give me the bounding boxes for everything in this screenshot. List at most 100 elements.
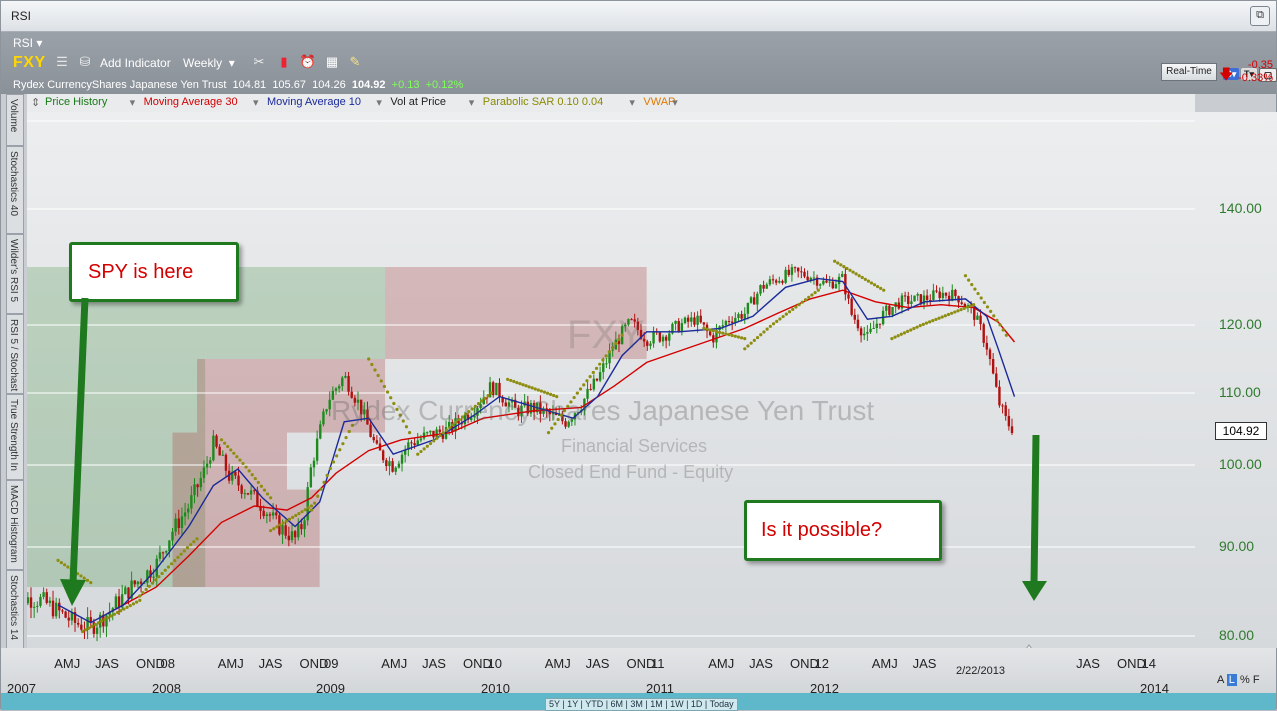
symbol-label[interactable]: FXY xyxy=(13,54,46,72)
scale-l-button[interactable]: L xyxy=(1226,674,1237,686)
side-tab-2[interactable]: Wilder's RSI 5 xyxy=(6,234,24,314)
range-buttons[interactable]: 5Y | 1Y | YTD | 6M | 3M | 1M | 1W | 1D |… xyxy=(545,698,738,711)
sar-dot xyxy=(702,326,706,330)
candle-body xyxy=(803,271,806,277)
chart-window: RSI ⧉ RSI ▾ FXY ☰ ⛁ Add Indicator Weekly… xyxy=(0,0,1277,711)
note-icon[interactable]: ✎ xyxy=(346,54,364,70)
period-select[interactable]: Weekly ▾ xyxy=(183,56,235,70)
candle-body xyxy=(127,587,130,599)
study-5[interactable]: VWAP xyxy=(643,96,675,108)
candle-body xyxy=(768,279,772,285)
study-2[interactable]: Moving Average 10 xyxy=(267,96,361,108)
add-indicator-icon[interactable]: ⛁ xyxy=(76,54,94,70)
sar-dot xyxy=(370,362,374,367)
side-tab-3[interactable]: RSI 5 / Stochast xyxy=(6,314,24,394)
x-tick-label: 09 xyxy=(324,656,339,671)
quote-name: Rydex CurrencyShares Japanese Yen Trust xyxy=(13,79,227,91)
sar-dot xyxy=(128,603,132,608)
study-dropdown-icon[interactable]: ▾ xyxy=(469,96,475,109)
candle-body xyxy=(866,332,869,334)
study-dropdown-icon[interactable]: ▾ xyxy=(253,96,259,109)
sar-dot xyxy=(755,335,760,340)
realtime-button[interactable]: Real-Time xyxy=(1161,63,1217,81)
sar-dot xyxy=(253,476,257,481)
sar-dot xyxy=(950,311,954,315)
rsi-label: RSI xyxy=(13,36,34,50)
sar-dot xyxy=(309,508,314,512)
side-tab-6[interactable]: Stochastics 14 xyxy=(6,570,24,658)
grid-add-icon[interactable]: ▦ xyxy=(323,54,341,70)
bar-chart-icon[interactable]: ▮ xyxy=(275,54,293,70)
candle-body xyxy=(410,442,413,444)
x-tick-label: JAS xyxy=(422,656,446,671)
sar-dot xyxy=(875,284,880,289)
side-tab-5[interactable]: MACD Histogram xyxy=(6,480,24,570)
scale-a-button[interactable]: A xyxy=(1217,674,1224,686)
candle-body xyxy=(265,514,269,517)
sar-dot xyxy=(419,449,423,454)
candle-body xyxy=(737,314,740,318)
sar-dot xyxy=(775,319,779,323)
candle-body xyxy=(300,524,303,530)
sar-dot xyxy=(578,387,583,391)
candle-body xyxy=(595,378,599,381)
side-tab-label: Volume xyxy=(8,99,19,133)
sar-dot xyxy=(96,621,101,625)
sar-dot xyxy=(800,300,804,304)
sar-dot xyxy=(189,543,193,547)
sar-dot xyxy=(972,303,976,307)
candle-body xyxy=(397,463,401,468)
sar-dot xyxy=(112,612,116,616)
scale-pct-button[interactable]: % xyxy=(1240,674,1250,686)
study-3[interactable]: Vol at Price xyxy=(390,96,446,108)
sar-dot xyxy=(506,377,510,381)
candle-body xyxy=(605,363,608,365)
studies-bar: ⇕ Price History ▾ Moving Average 30 ▾ Moving… xyxy=(27,94,1195,112)
studies-handle-icon[interactable]: ⇕ xyxy=(31,96,40,109)
add-indicator-button[interactable]: Add Indicator xyxy=(100,56,171,70)
candle-body xyxy=(281,525,284,535)
sar-dot xyxy=(749,341,753,345)
sar-dot xyxy=(373,368,377,372)
scale-f-button[interactable]: F xyxy=(1253,674,1260,686)
candle-body xyxy=(800,271,803,273)
side-tab-0[interactable]: Volume xyxy=(6,94,24,146)
study-dropdown-icon[interactable]: ▾ xyxy=(376,96,382,109)
sar-dot xyxy=(259,484,264,488)
sar-dot xyxy=(934,317,938,322)
sar-dot xyxy=(591,370,595,375)
candle-body xyxy=(372,436,375,441)
side-tab-4[interactable]: True Strength In xyxy=(6,394,24,480)
sar-dot xyxy=(733,334,737,338)
candle-body xyxy=(29,597,33,608)
candle-body xyxy=(425,432,429,434)
candle-body xyxy=(413,443,416,446)
quote-close: 104.92 xyxy=(351,79,386,91)
candle-body xyxy=(438,429,441,433)
list-icon[interactable]: ☰ xyxy=(53,54,71,70)
sar-dot xyxy=(530,386,534,390)
study-dropdown-icon[interactable]: ▾ xyxy=(672,96,678,109)
rsi-dropdown[interactable]: RSI ▾ xyxy=(13,36,42,50)
x-tick-label: AMJ xyxy=(217,656,244,671)
study-dropdown-icon[interactable]: ▾ xyxy=(629,96,635,109)
sar-dot xyxy=(959,308,963,312)
plot-area[interactable] xyxy=(27,112,1195,648)
side-tab-1[interactable]: Stochastics 40 xyxy=(6,146,24,234)
candle-body xyxy=(778,281,781,283)
study-1[interactable]: Moving Average 30 xyxy=(144,96,238,108)
candle-body xyxy=(199,478,202,488)
sar-dot xyxy=(807,295,811,299)
study-dropdown-icon[interactable]: ▾ xyxy=(130,96,136,109)
study-0[interactable]: Price History xyxy=(45,96,107,108)
price-chart xyxy=(27,120,1195,642)
candle-body xyxy=(1004,405,1007,416)
candle-body xyxy=(774,280,778,283)
sar-dot xyxy=(816,288,820,292)
sar-dot xyxy=(407,431,412,435)
alarm-clock-icon[interactable]: ⏰ xyxy=(299,54,317,70)
sar-dot xyxy=(90,624,94,628)
study-4[interactable]: Parabolic SAR 0.10 0.04 xyxy=(483,96,603,108)
restore-window-button[interactable]: ⧉ xyxy=(1250,6,1270,26)
tools-icon[interactable]: ✂ xyxy=(250,54,268,70)
